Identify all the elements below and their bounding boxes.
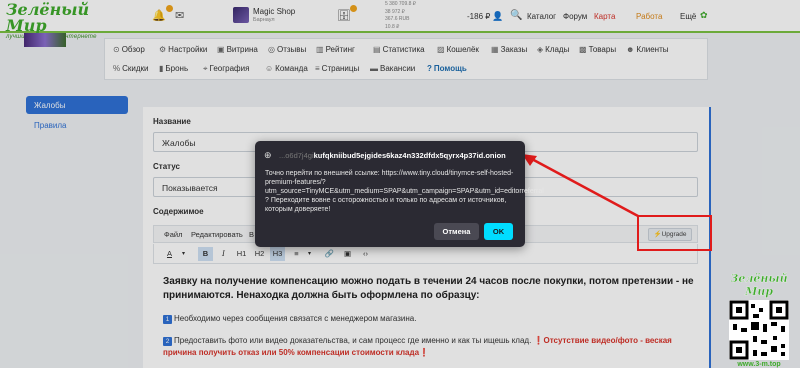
- dialog-title-host: kufqkniibud5ejgides6kaz4n332dfdx5qyrx4p3…: [313, 151, 506, 160]
- globe-icon: ⊕: [264, 150, 272, 160]
- annotation-highlight-box: [637, 215, 712, 251]
- qr-code: [729, 300, 789, 360]
- dialog-message: Точно перейти по внешней ссылке: https:/…: [265, 170, 544, 213]
- dialog-title: ...o6d7j4gikufqkniibud5ejgides6kaz4n332d…: [279, 151, 506, 160]
- qr-code-graphic: [729, 300, 789, 360]
- cancel-button[interactable]: Отмена: [434, 223, 479, 240]
- dialog-title-prefix: ...o6d7j4gi: [279, 151, 314, 160]
- watermark: Зелёный Мир www.3-m.top: [719, 272, 799, 368]
- external-link-dialog: ⊕ ...o6d7j4gikufqkniibud5ejgides6kaz4n33…: [255, 141, 544, 247]
- watermark-url: www.3-m.top: [737, 361, 781, 368]
- watermark-title: Зелёный Мир: [730, 272, 788, 298]
- ok-button[interactable]: OK: [484, 223, 513, 240]
